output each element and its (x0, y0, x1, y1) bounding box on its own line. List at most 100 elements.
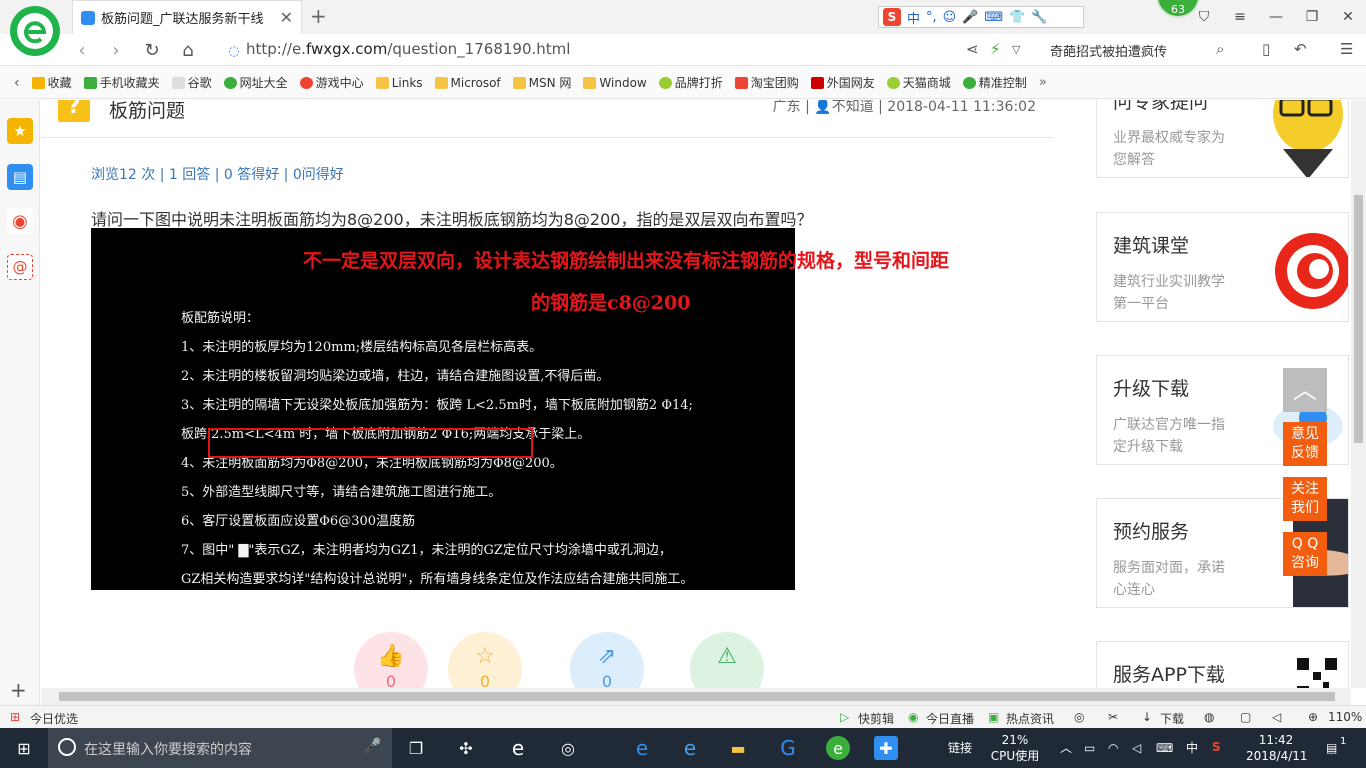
clock[interactable]: 11:42 2018/4/11 (1246, 732, 1308, 764)
action-center-icon[interactable]: ▤ (1326, 740, 1337, 756)
share-button[interactable]: ⇗ 0 (570, 632, 644, 688)
sogou-tray-icon[interactable]: S (1212, 739, 1221, 755)
scroll-thumb[interactable] (59, 692, 1335, 701)
bookmark-item[interactable]: 精准控制 (962, 74, 1027, 91)
undo-icon[interactable]: ↶ (1294, 40, 1307, 58)
bookmark-item[interactable]: 淘宝团购 (734, 74, 799, 91)
search-icon[interactable]: ⌕ (1216, 40, 1224, 58)
status-item[interactable]: 快剪辑 (858, 710, 894, 727)
volume-icon[interactable]: ◁ (1132, 740, 1141, 756)
report-button[interactable]: ⚠ (690, 632, 764, 688)
refresh-icon[interactable]: ↻ (140, 38, 164, 62)
internet-explorer-icon[interactable]: e (678, 736, 702, 760)
status-item[interactable]: 热点资讯 (1006, 710, 1054, 727)
bookmark-item[interactable]: 收藏 (31, 74, 72, 91)
keyboard-icon[interactable]: ⌨ (984, 10, 1003, 25)
maximize-icon[interactable]: ❐ (1294, 0, 1330, 34)
status-left-label[interactable]: 今日优选 (30, 710, 78, 727)
sidebar-toggle-icon[interactable]: ‹ (14, 75, 20, 91)
menu-icon[interactable]: ≡ (1222, 0, 1258, 34)
weibo-icon[interactable]: ◉ (7, 208, 33, 234)
course-card[interactable]: 建筑课堂 建筑行业实训教学第一平台 (1096, 212, 1349, 322)
close-window-icon[interactable]: ✕ (1330, 0, 1366, 34)
bookmark-item[interactable]: MSN 网 (512, 74, 571, 91)
ie-icon[interactable]: e (506, 736, 530, 760)
links-toolbar[interactable]: 链接 (948, 740, 972, 756)
mic-icon[interactable]: 🎤 (962, 10, 978, 25)
bookmark-item[interactable]: 外国网友 (810, 74, 875, 91)
download-icon[interactable]: ↓ (1142, 710, 1152, 724)
bookmark-item[interactable]: Microsof (434, 76, 501, 90)
scroll-thumb[interactable] (1354, 195, 1363, 443)
add-sidebar-icon[interactable]: + (10, 678, 27, 702)
keyboard-icon[interactable]: ⌨ (1156, 740, 1173, 756)
speed-icon[interactable]: ◎ (1074, 710, 1084, 724)
bookmark-item[interactable]: 网址大全 (223, 74, 288, 91)
zoom-level[interactable]: 110% (1328, 710, 1362, 724)
ime-punct[interactable]: °, (926, 10, 937, 25)
file-explorer-icon[interactable]: ▬ (726, 736, 750, 760)
more-bookmarks-icon[interactable]: » (1039, 75, 1047, 90)
edge-icon[interactable]: e (630, 736, 654, 760)
back-icon[interactable]: ‹ (70, 38, 94, 62)
skin-icon[interactable]: 👕 (1009, 10, 1025, 25)
reader-icon[interactable]: ▤ (7, 164, 33, 190)
wifi-icon[interactable]: ◠ (1108, 740, 1118, 756)
qq-consult-button[interactable]: Q Q 咨询 (1283, 532, 1327, 576)
battery-icon[interactable]: ▭ (1084, 740, 1095, 756)
smile-icon[interactable]: ☺ (943, 10, 957, 25)
news-ticker[interactable]: 奇葩招式被拍遭疯传 (1050, 41, 1167, 60)
bookmark-item[interactable]: 手机收藏夹 (83, 74, 160, 91)
address-input[interactable]: http://e.fwxgx.com/question_1768190.html (246, 40, 570, 58)
window-icon[interactable]: ▢ (1240, 710, 1251, 724)
shirt-icon[interactable]: ⛉ (1186, 0, 1222, 34)
lightning-icon[interactable]: ⚡ (990, 40, 1001, 58)
vertical-scrollbar[interactable] (1351, 100, 1366, 688)
expert-card[interactable]: 问专家提问 业界最权威专家为您解答 (1096, 100, 1349, 178)
home-icon[interactable]: ⌂ (176, 38, 200, 62)
favorite-button[interactable]: ☆ 0 (448, 632, 522, 688)
bookmark-item[interactable]: 谷歌 (171, 74, 212, 91)
close-tab-icon[interactable]: ✕ (280, 8, 293, 27)
glodon-app-icon[interactable]: G (776, 736, 800, 760)
mute-icon[interactable]: ◁ (1272, 710, 1281, 724)
wrench-icon[interactable]: 🔧 (1031, 10, 1047, 25)
more-icon[interactable]: ☰ (1340, 40, 1353, 58)
active-tab[interactable]: 板筋问题_广联达服务新干线 ✕ (72, 0, 302, 34)
like-button[interactable]: 👍 0 (354, 632, 428, 688)
windows-start-icon[interactable]: ⊞ (12, 736, 36, 760)
taskbar-search-input[interactable]: 在这里输入你要搜索的内容 🎤 (48, 728, 392, 768)
bookmark-item[interactable]: Links (375, 76, 423, 90)
chevron-up-icon[interactable]: ︿ (1060, 740, 1072, 756)
minimize-icon[interactable]: — (1258, 0, 1294, 34)
clean-icon[interactable]: ◍ (1204, 710, 1214, 724)
forward-icon[interactable]: › (104, 38, 128, 62)
mic-icon[interactable]: 🎤 (364, 738, 381, 754)
bookmark-item[interactable]: 游戏中心 (299, 74, 364, 91)
ime-lang[interactable]: 中 (907, 8, 920, 27)
app-download-card[interactable]: 服务APP下载 (1096, 641, 1349, 688)
chevron-down-icon[interactable]: ▽ (1012, 43, 1020, 56)
back-to-top-icon[interactable]: ︿ (1283, 368, 1327, 412)
follow-button[interactable]: 关注 我们 (1283, 477, 1327, 521)
new-tab-icon[interactable]: + (310, 4, 327, 28)
share-icon[interactable]: ⋖ (966, 40, 979, 58)
bookmark-item[interactable]: 品牌打折 (658, 74, 723, 91)
cpu-widget[interactable]: 21% CPU使用 (990, 732, 1040, 764)
plus-app-icon[interactable]: ✚ (874, 736, 898, 760)
zoom-icon[interactable]: ⊕ (1308, 710, 1318, 724)
bookmark-item[interactable]: 天猫商城 (886, 74, 951, 91)
favorites-star-icon[interactable]: ★ (7, 118, 33, 144)
ime-toolbar[interactable]: S 中 °, ☺ 🎤 ⌨ 👕 🔧 (878, 6, 1084, 28)
ime-indicator[interactable]: 中 (1186, 740, 1198, 756)
tools-icon[interactable]: ✂ (1108, 710, 1118, 724)
horizontal-scrollbar[interactable] (41, 688, 1351, 705)
phone-icon[interactable]: ▯ (1262, 40, 1270, 58)
status-item[interactable]: 今日直播 (926, 710, 974, 727)
browser-logo-icon[interactable] (10, 6, 60, 56)
email-icon[interactable]: @ (7, 254, 33, 280)
feedback-button[interactable]: 意见 反馈 (1283, 422, 1327, 466)
browser-360-icon[interactable]: e (826, 736, 850, 760)
fan-app-icon[interactable]: ✣ (454, 736, 478, 760)
bookmark-item[interactable]: Window (583, 76, 647, 90)
